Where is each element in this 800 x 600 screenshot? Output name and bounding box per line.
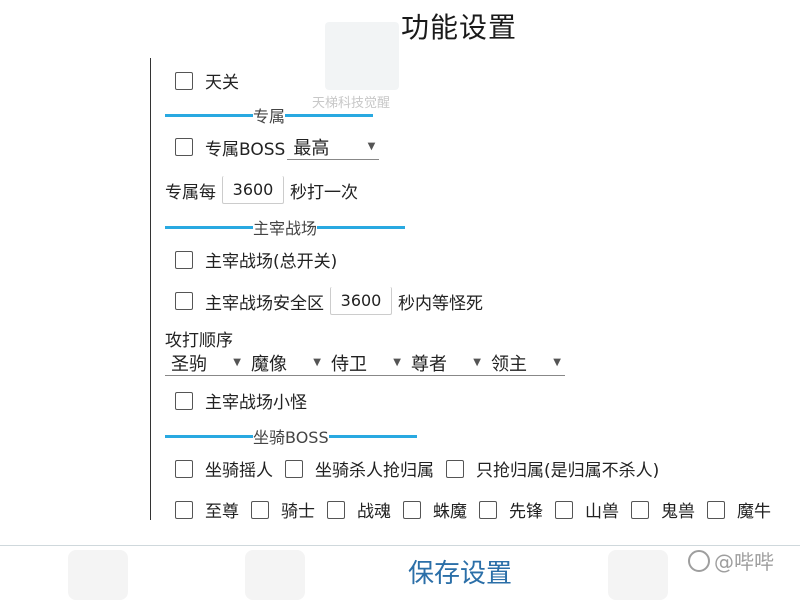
section-exclusive-label: 专属 (253, 107, 286, 126)
attack-order-select-5[interactable]: 领主 ▼ (485, 350, 565, 376)
save-button[interactable]: 保存设置 (300, 548, 620, 594)
dominator-all-label: 主宰战场(总开关) (205, 252, 338, 272)
bottom-watermark: @哔哔 (688, 546, 774, 575)
left-divider (150, 58, 151, 520)
dominator-all-row[interactable]: 主宰战场(总开关) (175, 247, 337, 272)
exclusive-boss-select-value: 最高 (293, 137, 330, 159)
exclusive-boss-select[interactable]: 最高 ▼ (287, 134, 380, 160)
dominator-safe-suffix: 秒内等怪死 (398, 293, 483, 314)
separator-line (285, 113, 374, 117)
attack-order-selects: 圣驹 ▼ 魔像 ▼ 侍卫 ▼ 尊者 ▼ 领主 ▼ (165, 350, 565, 376)
mount-option-checkbox[interactable] (175, 459, 193, 478)
dominator-all-checkbox[interactable] (175, 250, 193, 269)
exclusive-interval-row: 专属每 3600 秒打一次 (165, 176, 358, 204)
bilibili-logo-icon (688, 549, 710, 572)
mount-type-checkbox[interactable] (479, 500, 497, 519)
mount-options-row: 坐骑摇人 坐骑杀人抢归属 只抢归属(是归属不杀人) (175, 456, 659, 481)
dominator-safe-row: 主宰战场安全区 3600 秒内等怪死 (175, 287, 483, 315)
separator-line (165, 434, 253, 438)
section-exclusive: 专属 (165, 103, 374, 127)
background-app-icon (68, 550, 128, 600)
mount-option-label: 坐骑摇人 (205, 461, 273, 481)
toggle-master-label: 天关 (205, 73, 239, 93)
mount-type-label: 战魂 (357, 502, 391, 522)
mount-type-label: 至尊 (205, 502, 239, 522)
mount-type-label: 山兽 (585, 502, 619, 522)
dropdown-arrow-icon: ▼ (233, 357, 241, 368)
separator-line (317, 225, 406, 229)
bottom-watermark-text: @哔哔 (714, 550, 774, 574)
mount-type-checkbox[interactable] (251, 500, 269, 519)
section-mount-label: 坐骑BOSS (253, 428, 329, 447)
exclusive-boss-row: 专属BOSS 最高 ▼ (175, 134, 380, 160)
toggle-master-checkbox[interactable] (175, 71, 193, 90)
mount-type-label: 蛛魔 (433, 502, 467, 522)
dropdown-arrow-icon: ▼ (367, 141, 376, 152)
mount-option-checkbox[interactable] (446, 459, 464, 478)
dominator-minion-row[interactable]: 主宰战场小怪 (175, 388, 307, 413)
dropdown-arrow-icon: ▼ (473, 357, 481, 368)
exclusive-interval-input[interactable]: 3600 (222, 176, 284, 204)
section-dominator: 主宰战场 (165, 215, 406, 239)
dropdown-arrow-icon: ▼ (553, 357, 561, 368)
exclusive-boss-checkbox[interactable] (175, 138, 193, 156)
dropdown-arrow-icon: ▼ (393, 357, 401, 368)
mount-type-checkbox[interactable] (707, 500, 725, 519)
mount-option-label: 只抢归属(是归属不杀人) (476, 461, 660, 481)
dominator-safe-label: 主宰战场安全区 (205, 293, 324, 314)
attack-order-select-2[interactable]: 魔像 ▼ (245, 350, 325, 376)
attack-order-select-1[interactable]: 圣驹 ▼ (165, 350, 245, 376)
mount-type-checkbox[interactable] (631, 500, 649, 519)
dominator-minion-checkbox[interactable] (175, 391, 193, 410)
separator-line (165, 225, 253, 229)
mount-type-checkbox[interactable] (175, 500, 193, 519)
mount-option-checkbox[interactable] (285, 459, 303, 478)
section-mount: 坐骑BOSS (165, 424, 417, 448)
page-title: 功能设置 (400, 11, 517, 44)
mount-type-checkbox[interactable] (555, 500, 573, 519)
mount-types-row: 至尊 骑士 战魂 蛛魔 先锋 山兽 鬼兽 魔牛 (175, 497, 771, 522)
watermark-image (325, 22, 399, 90)
separator-line (165, 113, 253, 117)
mount-type-checkbox[interactable] (403, 500, 421, 519)
attack-order-label: 攻打顺序 (165, 331, 233, 351)
attack-order-select-3[interactable]: 侍卫 ▼ (325, 350, 405, 376)
footer-divider (0, 545, 800, 546)
dominator-minion-label: 主宰战场小怪 (205, 393, 307, 413)
toggle-master-row[interactable]: 天关 (175, 68, 239, 93)
dominator-safe-input[interactable]: 3600 (330, 287, 392, 315)
mount-option-label: 坐骑杀人抢归属 (315, 461, 434, 481)
separator-line (328, 434, 417, 438)
section-dominator-label: 主宰战场 (253, 219, 318, 238)
exclusive-interval-suffix: 秒打一次 (290, 182, 358, 203)
mount-type-checkbox[interactable] (327, 500, 345, 519)
exclusive-boss-label: 专属BOSS (205, 139, 286, 160)
attack-order-select-4[interactable]: 尊者 ▼ (405, 350, 485, 376)
mount-type-label: 魔牛 (737, 502, 771, 522)
mount-type-label: 先锋 (509, 502, 543, 522)
mount-type-label: 骑士 (281, 502, 315, 522)
mount-type-label: 鬼兽 (661, 502, 695, 522)
background-app-icon (245, 550, 305, 600)
exclusive-interval-prefix: 专属每 (165, 182, 216, 203)
dropdown-arrow-icon: ▼ (313, 357, 321, 368)
dominator-safe-checkbox[interactable] (175, 292, 193, 310)
